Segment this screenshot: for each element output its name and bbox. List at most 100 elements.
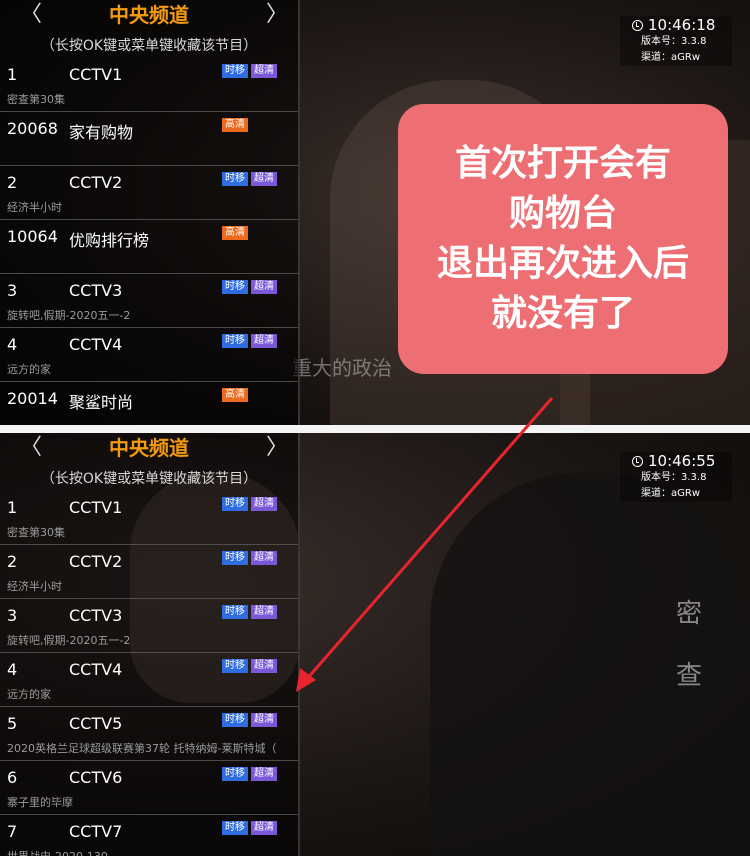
channel-badges: 时移 超清	[222, 64, 277, 78]
channel-row[interactable]: 3 CCTV3 旋转吧,假期-2020五一-2 时移 超清	[0, 274, 298, 328]
timeshift-badge: 时移	[222, 821, 248, 835]
channel-number: 3	[7, 606, 18, 625]
ultra-hd-badge: 超清	[251, 334, 277, 348]
channel-badges: 高清	[222, 118, 248, 132]
channel-row[interactable]: 20014 聚鲨时尚 高清	[0, 382, 298, 425]
ultra-hd-badge: 超清	[251, 497, 277, 511]
channel-row[interactable]: 1 CCTV1 密查第30集 时移 超清	[0, 58, 298, 112]
channel-list: 1 CCTV1 密查第30集 时移 超清 2 CCTV2 经济半小时 时移 超清 3 CCTV3 旋转吧…	[0, 491, 298, 856]
channel-badges: 时移 超清	[222, 767, 277, 781]
next-group-arrow-icon[interactable]: 〉	[266, 433, 288, 463]
channel-badges: 时移 超清	[222, 280, 277, 294]
channel-name: CCTV4	[69, 660, 123, 679]
channel-badges: 时移 超清	[222, 172, 277, 186]
channel-list: 1 CCTV1 密查第30集 时移 超清 20068 家有购物 高清 2 CCTV2 经济半小时 时移…	[0, 58, 298, 425]
timeshift-badge: 时移	[222, 605, 248, 619]
channel-badges: 时移 超清	[222, 551, 277, 565]
channel-number: 2	[7, 552, 18, 571]
ultra-hd-badge: 超清	[251, 280, 277, 294]
channel-badges: 时移 超清	[222, 713, 277, 727]
clock-time: 10:46:55	[648, 452, 716, 470]
current-program: 远方的家	[7, 688, 51, 701]
alarm-clock-icon	[632, 455, 643, 467]
channel-number: 10064	[7, 227, 58, 246]
favorite-hint: （长按OK键或菜单键收藏该节目）	[40, 38, 258, 54]
current-program: 远方的家	[7, 363, 51, 376]
timeshift-badge: 时移	[222, 64, 248, 78]
channel-row[interactable]: 20068 家有购物 高清	[0, 112, 298, 166]
channel-number: 20068	[7, 119, 58, 138]
channel-group-header: 〈 中央频道 〉	[0, 433, 298, 463]
channel-number: 3	[7, 281, 18, 300]
current-program: 密查第30集	[7, 526, 65, 539]
callout-line: 购物台	[508, 193, 617, 234]
channel-group-header: 〈 中央频道 〉	[0, 0, 298, 30]
current-program: 经济半小时	[7, 580, 62, 593]
channel-row[interactable]: 2 CCTV2 经济半小时 时移 超清	[0, 166, 298, 220]
timeshift-badge: 时移	[222, 659, 248, 673]
clock-time: 10:46:18	[648, 16, 716, 34]
channel-name: CCTV1	[69, 498, 123, 517]
screenshot-after: 密 查 〈 中央频道 〉 （长按OK键或菜单键收藏该节目） 1 CCTV1 密查第3…	[0, 433, 750, 856]
timeshift-badge: 时移	[222, 551, 248, 565]
channel-name: CCTV3	[69, 606, 123, 625]
channel-row[interactable]: 1 CCTV1 密查第30集 时移 超清	[0, 491, 298, 545]
current-program: 旋转吧,假期-2020五一-2	[7, 309, 131, 322]
current-program: 寨子里的毕摩	[7, 796, 73, 809]
channel-badges: 时移 超清	[222, 605, 277, 619]
callout-line: 就没有了	[490, 293, 635, 334]
channel-number: 4	[7, 335, 18, 354]
version-label: 版本号：3.3.8	[641, 36, 707, 47]
current-program: 经济半小时	[7, 201, 62, 214]
ultra-hd-badge: 超清	[251, 713, 277, 727]
channel-number: 4	[7, 660, 18, 679]
callout-line: 首次打开会有	[454, 143, 671, 184]
channel-badges: 高清	[222, 388, 248, 402]
channel-number: 6	[7, 768, 18, 787]
callout-line: 退出再次进入后	[436, 243, 689, 284]
channel-number: 5	[7, 714, 18, 733]
channel-badges: 时移 超清	[222, 821, 277, 835]
channel-row[interactable]: 2 CCTV2 经济半小时 时移 超清	[0, 545, 298, 599]
hd-badge: 高清	[222, 388, 248, 402]
channel-group-title: 中央频道	[109, 436, 189, 460]
video-side-caption: 查	[676, 661, 703, 691]
callout-text: 首次打开会有 购物台 退出再次进入后 就没有了	[437, 139, 689, 339]
channel-name: CCTV3	[69, 281, 123, 300]
channel-row[interactable]: 4 CCTV4 远方的家 时移 超清	[0, 653, 298, 707]
timeshift-badge: 时移	[222, 497, 248, 511]
channel-name: CCTV2	[69, 173, 123, 192]
channel-name: CCTV6	[69, 768, 123, 787]
channel-row[interactable]: 5 CCTV5 2020英格兰足球超级联赛第37轮 托特纳姆-莱斯特城（ 时移 超清	[0, 707, 298, 761]
channel-badges: 时移 超清	[222, 497, 277, 511]
channel-code-label: 渠道：aGRw	[641, 52, 701, 63]
alarm-clock-icon	[632, 19, 643, 31]
channel-name: CCTV7	[69, 822, 123, 841]
next-group-arrow-icon[interactable]: 〉	[266, 0, 288, 30]
channel-name: CCTV4	[69, 335, 123, 354]
status-info-box: 10:46:55 版本号：3.3.8 渠道：aGRw	[620, 452, 732, 502]
channel-group-title: 中央频道	[109, 3, 189, 27]
favorite-hint: （长按OK键或菜单键收藏该节目）	[40, 471, 258, 487]
channel-name: CCTV2	[69, 552, 123, 571]
channel-row[interactable]: 10064 优购排行榜 高清	[0, 220, 298, 274]
channel-number: 1	[7, 498, 18, 517]
ultra-hd-badge: 超清	[251, 659, 277, 673]
version-label: 版本号：3.3.8	[641, 472, 707, 483]
channel-name: CCTV5	[69, 714, 123, 733]
channel-badges: 时移 超清	[222, 334, 277, 348]
channel-badges: 高清	[222, 226, 248, 240]
current-program: 旋转吧,假期-2020五一-2	[7, 634, 131, 647]
channel-row[interactable]: 4 CCTV4 远方的家 时移 超清	[0, 328, 298, 382]
current-program: 世界战史-2020-130	[7, 848, 297, 856]
ultra-hd-badge: 超清	[251, 64, 277, 78]
channel-row[interactable]: 7 CCTV7 世界战史-2020-130 时移超清	[0, 815, 298, 856]
ultra-hd-badge: 超清	[251, 605, 277, 619]
channel-badges: 时移 超清	[222, 659, 277, 673]
channel-number: 7	[7, 822, 18, 841]
screenshot-before: 重大的政治 〈 中央频道 〉 （长按OK键或菜单键收藏该节目） 1 CCTV1 密查…	[0, 0, 750, 425]
channel-row[interactable]: 6 CCTV6 寨子里的毕摩 时移 超清	[0, 761, 298, 815]
current-program: 密查第30集	[7, 93, 65, 106]
channel-row[interactable]: 3 CCTV3 旋转吧,假期-2020五一-2 时移 超清	[0, 599, 298, 653]
channel-list-panel: 〈 中央频道 〉 （长按OK键或菜单键收藏该节目） 1 CCTV1 密查第30集 时移…	[0, 0, 300, 425]
